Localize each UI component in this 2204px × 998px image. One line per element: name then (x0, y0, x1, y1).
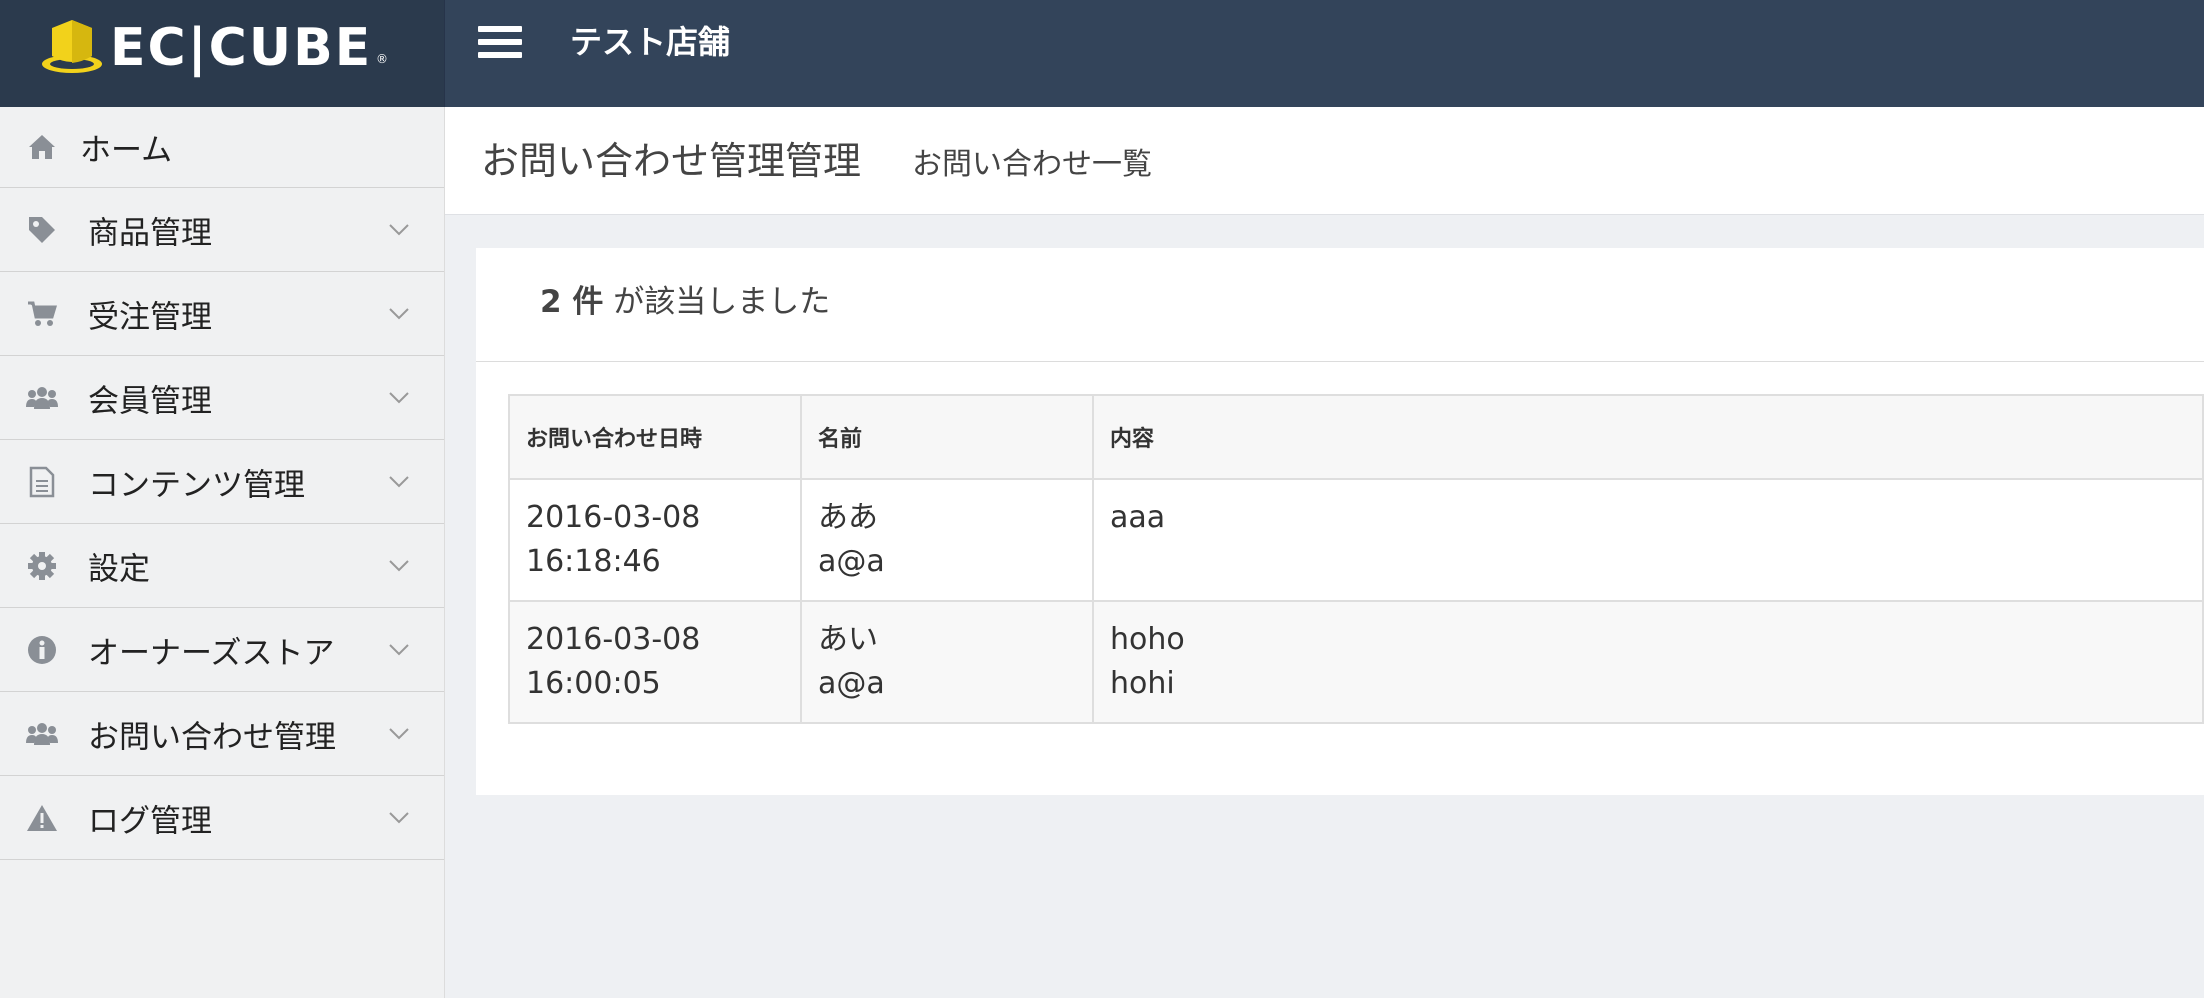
inquiry-content-line: hohi (1110, 666, 1175, 701)
cell-content: hoho hohi (1092, 600, 2204, 724)
inquiry-date: 2016-03-08 (526, 622, 701, 657)
logo-registered-mark: ® (376, 52, 388, 66)
users-icon (26, 382, 58, 414)
sidebar-item-label: 設定 (88, 551, 150, 587)
logo-area[interactable]: EC|CUBE ® (0, 0, 445, 107)
result-count-text: 2 件 が該当しました (540, 282, 830, 322)
inquirer-name: ああ (818, 500, 878, 535)
sidebar-item-label: ログ管理 (88, 803, 212, 839)
inquiry-time: 16:00:05 (526, 666, 661, 701)
column-header-content[interactable]: 内容 (1092, 394, 2204, 480)
sidebar-item-owners-store[interactable]: オーナーズストア (0, 608, 444, 692)
chevron-down-icon (389, 475, 409, 487)
result-suffix: が該当しました (603, 284, 831, 320)
cell-content: aaa (1092, 478, 2204, 602)
sidebar-item-label: オーナーズストア (88, 635, 335, 671)
page-title: お問い合わせ管理管理 (481, 139, 862, 183)
inquiry-date: 2016-03-08 (526, 500, 701, 535)
menu-toggle-icon[interactable] (478, 26, 522, 62)
inquiry-content-line: aaa (1110, 500, 1166, 535)
warning-icon (26, 802, 58, 834)
sidebar-item-contact[interactable]: お問い合わせ管理 (0, 692, 444, 776)
results-card: 2 件 が該当しました お問い合わせ日時 名前 内容 2016-03-08 16… (476, 248, 2204, 795)
eccube-logo-icon (42, 20, 102, 73)
inquirer-email: a@a (818, 666, 885, 701)
tag-icon (26, 214, 58, 246)
top-header: EC|CUBE ® テスト店舗 (0, 0, 2204, 107)
column-header-name[interactable]: 名前 (800, 394, 1094, 480)
sidebar-item-products[interactable]: 商品管理 (0, 188, 444, 272)
cell-date: 2016-03-08 16:00:05 (508, 600, 802, 724)
users-icon (26, 718, 58, 750)
sidebar-item-content[interactable]: コンテンツ管理 (0, 440, 444, 524)
sidebar-item-log[interactable]: ログ管理 (0, 776, 444, 860)
chevron-down-icon (389, 223, 409, 235)
chevron-down-icon (389, 811, 409, 823)
gear-icon (26, 550, 58, 582)
chevron-down-icon (389, 391, 409, 403)
table-row[interactable]: 2016-03-08 16:18:46 ああ a@a aaa (508, 478, 2204, 602)
sidebar-item-home[interactable]: ホーム (0, 107, 444, 188)
table-row[interactable]: 2016-03-08 16:00:05 あい a@a hoho hohi (508, 600, 2204, 724)
sidebar-item-label: 商品管理 (88, 215, 212, 251)
chevron-down-icon (389, 643, 409, 655)
chevron-down-icon (389, 307, 409, 319)
sidebar-item-label: 受注管理 (88, 299, 212, 335)
logo-text: EC|CUBE (110, 18, 373, 78)
results-summary: 2 件 が該当しました (476, 248, 2204, 362)
page-heading: お問い合わせ管理管理 お問い合わせ一覧 (445, 107, 2204, 215)
info-icon (26, 634, 58, 666)
cell-date: 2016-03-08 16:18:46 (508, 478, 802, 602)
column-header-date[interactable]: お問い合わせ日時 (508, 394, 802, 480)
result-count: 2 件 (540, 284, 604, 320)
table-header-row: お問い合わせ日時 名前 内容 (508, 394, 2204, 480)
sidebar-item-orders[interactable]: 受注管理 (0, 272, 444, 356)
chevron-down-icon (389, 727, 409, 739)
inquiry-time: 16:18:46 (526, 544, 661, 579)
inquirer-name: あい (818, 622, 878, 657)
sidebar-item-settings[interactable]: 設定 (0, 524, 444, 608)
inquirer-email: a@a (818, 544, 885, 579)
page-subtitle: お問い合わせ一覧 (912, 147, 1152, 182)
cell-name: あい a@a (800, 600, 1094, 724)
document-icon (26, 466, 58, 498)
chevron-down-icon (389, 559, 409, 571)
inquiry-content-line: hoho (1110, 622, 1185, 657)
sidebar-item-label: コンテンツ管理 (88, 467, 305, 503)
sidebar-item-label: 会員管理 (88, 383, 212, 419)
inquiry-table: お問い合わせ日時 名前 内容 2016-03-08 16:18:46 ああ a@… (508, 394, 2204, 724)
shop-name[interactable]: テスト店舗 (570, 18, 730, 66)
home-icon (26, 131, 58, 163)
cart-icon (26, 298, 58, 330)
sidebar-item-label: ホーム (80, 132, 173, 169)
sidebar-nav: ホーム 商品管理 受注管理 会員管理 コンテンツ管理 設定 オーナーズストア お… (0, 107, 445, 998)
sidebar-item-customers[interactable]: 会員管理 (0, 356, 444, 440)
cell-name: ああ a@a (800, 478, 1094, 602)
sidebar-item-label: お問い合わせ管理 (88, 719, 336, 755)
